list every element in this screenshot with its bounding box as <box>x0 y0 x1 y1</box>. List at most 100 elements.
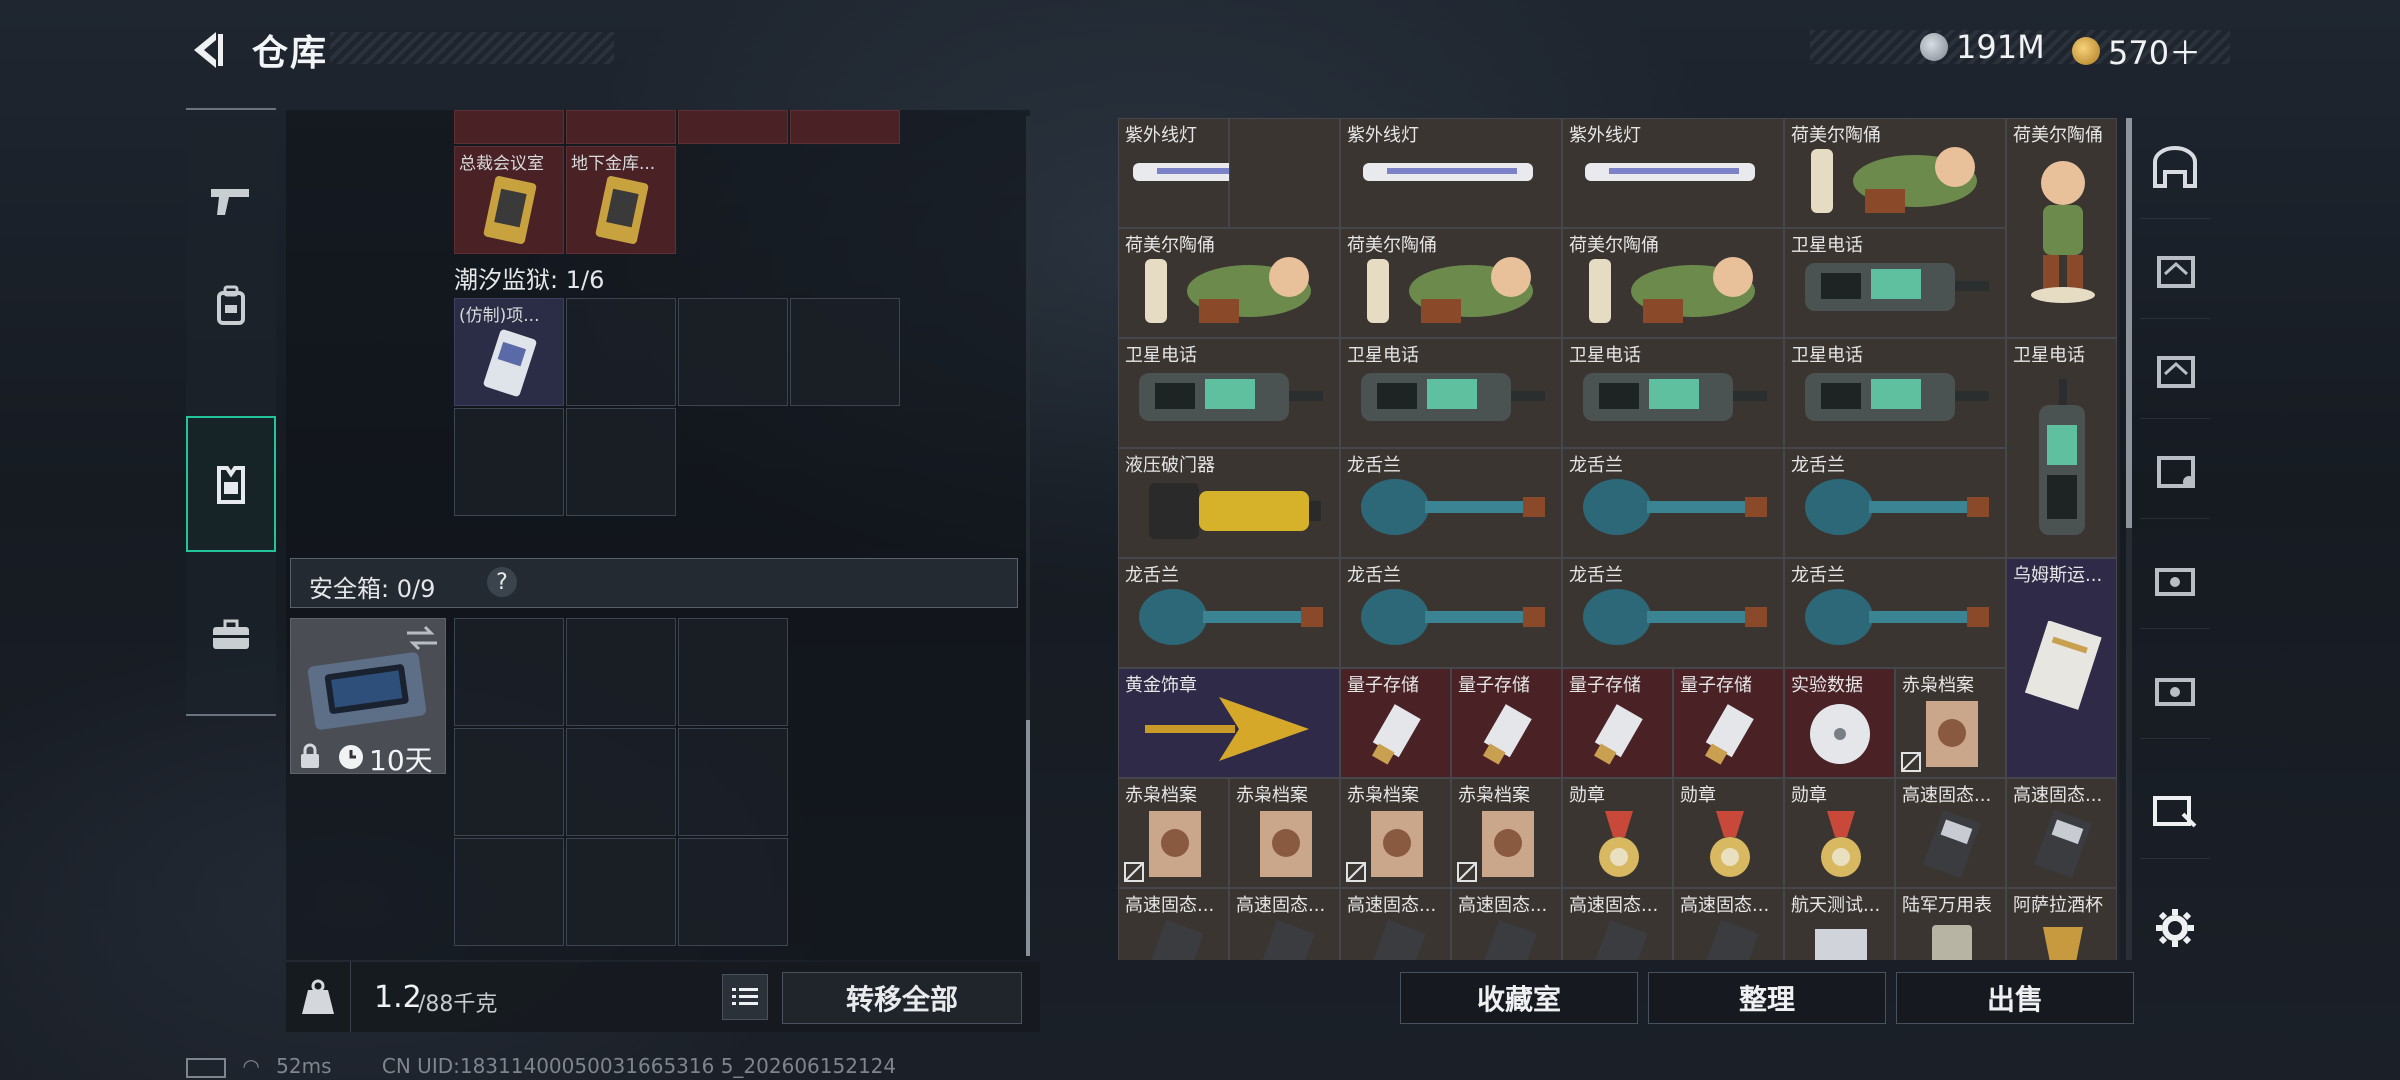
tab-all[interactable] <box>2140 118 2210 219</box>
stash-item[interactable]: 卫星电话 <box>1340 338 1562 448</box>
tab-storage-5[interactable] <box>2140 528 2210 629</box>
transfer-all-button[interactable]: 转移全部 <box>782 972 1022 1024</box>
stash-item[interactable]: 紫外线灯 <box>1562 118 1784 228</box>
medal-icon <box>1821 811 1861 877</box>
item-label: 紫外线灯 <box>1569 125 1641 146</box>
stash-item[interactable]: 赤枭档案 <box>1895 668 2006 778</box>
stash-item[interactable]: 勋章 <box>1784 778 1895 888</box>
stash-item[interactable]: 陆军万用表 <box>1895 888 2006 960</box>
safebox-slot[interactable] <box>678 728 788 836</box>
premium-balance[interactable]: 570＋ <box>2072 28 2201 74</box>
collection-room-button[interactable]: 收藏室 <box>1400 972 1638 1024</box>
stash-item[interactable]: 勋章 <box>1562 778 1673 888</box>
stash-item[interactable]: 高速固态... <box>1451 888 1562 960</box>
safebox-timer: 10天 <box>369 744 433 777</box>
stash-item[interactable]: 航天测试... <box>1784 888 1895 960</box>
item-slot[interactable] <box>566 110 676 144</box>
stash-item[interactable]: 量子存储 <box>1451 668 1562 778</box>
help-icon[interactable]: ? <box>487 567 517 597</box>
stash-item[interactable]: 荷美尔陶俑 <box>1340 228 1562 338</box>
safebox-slot[interactable] <box>454 728 564 836</box>
stash-item[interactable]: 荷美尔陶俑 <box>1784 118 2006 228</box>
stash-item[interactable]: 赤枭档案 <box>1340 778 1451 888</box>
safebox-slot[interactable] <box>678 618 788 726</box>
stash-item[interactable]: 量子存储 <box>1340 668 1451 778</box>
vest-icon <box>217 466 245 504</box>
stash-item[interactable]: 量子存储 <box>1673 668 1784 778</box>
stash-item[interactable]: 赤枭档案 <box>1229 778 1340 888</box>
empty-slot[interactable] <box>790 298 900 406</box>
list-view-button[interactable] <box>722 974 768 1020</box>
tab-storage-special[interactable] <box>2140 418 2210 519</box>
safebox-slot[interactable] <box>566 728 676 836</box>
empty-slot[interactable] <box>566 298 676 406</box>
stash-item[interactable]: 紫外线灯 <box>1340 118 1562 228</box>
stash-item[interactable]: 紫外线灯 <box>1118 118 1303 228</box>
item-slot[interactable]: 地下金库... <box>566 146 676 254</box>
item-slot[interactable]: 总裁会议室 <box>454 146 564 254</box>
stash-item[interactable]: 液压破门器 <box>1118 448 1340 558</box>
empty-slot[interactable] <box>566 408 676 516</box>
safebox-slot[interactable] <box>454 618 564 726</box>
stash-item[interactable]: 高速固态... <box>1562 888 1673 960</box>
nav-briefcase[interactable] <box>186 590 276 680</box>
safebox-slot[interactable] <box>566 618 676 726</box>
stash-item[interactable]: 荷美尔陶俑 <box>2006 118 2117 338</box>
nav-vest[interactable] <box>186 416 276 552</box>
empty-slot[interactable] <box>454 408 564 516</box>
stash-item[interactable]: 卫星电话 <box>1784 338 2006 448</box>
stash-item[interactable]: 高速固态... <box>2006 778 2117 888</box>
stash-item[interactable]: 荷美尔陶俑 <box>1562 228 1784 338</box>
nav-backpack[interactable] <box>186 260 276 350</box>
stash-item[interactable]: 赤枭档案 <box>1118 778 1229 888</box>
stash-item[interactable]: 高速固态... <box>1118 888 1229 960</box>
stash-item[interactable]: 高速固态... <box>1673 888 1784 960</box>
stash-item[interactable]: 勋章 <box>1673 778 1784 888</box>
left-scrollbar-thumb[interactable] <box>1026 720 1030 956</box>
safebox-slot[interactable] <box>454 838 564 946</box>
swap-icon[interactable] <box>405 625 439 651</box>
stash-item[interactable]: 卫星电话 <box>1562 338 1784 448</box>
sell-button[interactable]: 出售 <box>1896 972 2134 1024</box>
tab-storage-1[interactable] <box>2140 218 2210 319</box>
stash-item[interactable]: 龙舌兰 <box>1784 558 2006 668</box>
stash-item[interactable]: 量子存储 <box>1562 668 1673 778</box>
item-slot[interactable]: (仿制)项... <box>454 298 564 406</box>
stash-item[interactable]: 卫星电话 <box>1784 228 2006 338</box>
stash-item[interactable]: 龙舌兰 <box>1340 448 1562 558</box>
stash-item[interactable]: 龙舌兰 <box>1562 558 1784 668</box>
sort-button[interactable]: 整理 <box>1648 972 1886 1024</box>
stash-item[interactable]: 龙舌兰 <box>1562 448 1784 558</box>
stash-scrollbar-thumb[interactable] <box>2126 118 2132 528</box>
stash-item[interactable]: 高速固态... <box>1895 778 2006 888</box>
settings-button[interactable] <box>2140 878 2210 978</box>
stash-item[interactable]: 实验数据 <box>1784 668 1895 778</box>
back-arrow-icon[interactable] <box>186 28 226 72</box>
stash-item[interactable]: 黄金饰章 <box>1118 668 1340 778</box>
stash-item[interactable]: 乌姆斯运... <box>2006 558 2117 778</box>
stash-item[interactable]: 卫星电话 <box>1118 338 1340 448</box>
stash-item[interactable]: 卫星电话 <box>2006 338 2117 558</box>
stash-item[interactable]: 赤枭档案 <box>1451 778 1562 888</box>
coin-balance[interactable]: 191M <box>1920 28 2045 66</box>
stash-item[interactable]: 阿萨拉酒杯 <box>2006 888 2117 960</box>
item-slot[interactable] <box>790 110 900 144</box>
nav-weapons[interactable] <box>186 156 276 246</box>
tab-storage-6[interactable] <box>2140 638 2210 739</box>
stash-item[interactable]: 龙舌兰 <box>1118 558 1340 668</box>
item-slot[interactable] <box>678 110 788 144</box>
stash-item[interactable]: 龙舌兰 <box>1340 558 1562 668</box>
stash-item[interactable]: 荷美尔陶俑 <box>1118 228 1340 338</box>
item-slot[interactable] <box>454 110 564 144</box>
tab-storage-4[interactable] <box>2140 318 2210 419</box>
stash-item[interactable]: 高速固态... <box>1229 888 1340 960</box>
safebox-slot[interactable] <box>678 838 788 946</box>
stash-item-continuation[interactable] <box>1229 118 1340 228</box>
safebox-label: 安全箱: 0/9 <box>309 575 436 603</box>
empty-slot[interactable] <box>678 298 788 406</box>
stash-item[interactable]: 高速固态... <box>1340 888 1451 960</box>
safebox-case-slot[interactable]: 10天 <box>290 618 446 777</box>
tab-storage-ext[interactable] <box>2140 758 2210 859</box>
stash-item[interactable]: 龙舌兰 <box>1784 448 2006 558</box>
safebox-slot[interactable] <box>566 838 676 946</box>
